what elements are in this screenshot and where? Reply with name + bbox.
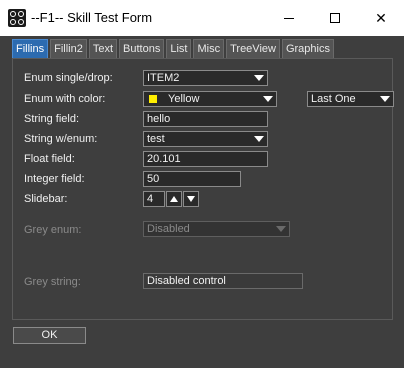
enum-single-drop-select[interactable]: ITEM2 — [143, 70, 268, 86]
app-icon — [8, 9, 26, 27]
grey-enum-label: Grey enum: — [24, 224, 82, 236]
chevron-down-icon — [276, 226, 286, 232]
slidebar-up-button[interactable] — [166, 191, 182, 207]
color-swatch-icon — [149, 95, 157, 103]
string-w-enum-label: String w/enum: — [24, 133, 98, 145]
arrow-up-icon — [170, 196, 178, 202]
enum-with-color-second-select[interactable]: Last One — [307, 91, 394, 107]
close-button[interactable]: ✕ — [358, 0, 404, 36]
float-field-label: Float field: — [24, 153, 75, 165]
integer-field-label: Integer field: — [24, 173, 85, 185]
maximize-icon — [330, 13, 340, 23]
minimize-button[interactable] — [266, 0, 312, 36]
string-w-enum-combo[interactable]: test — [143, 131, 268, 147]
tab-graphics[interactable]: Graphics — [281, 39, 334, 58]
minimize-icon — [284, 17, 294, 19]
chevron-down-icon — [263, 96, 273, 102]
title-bar[interactable]: --F1-- Skill Test Form ✕ — [0, 0, 404, 36]
arrow-down-icon — [187, 196, 195, 202]
tab-treeview[interactable]: TreeView — [226, 39, 280, 58]
tab-text[interactable]: Text — [88, 39, 118, 58]
string-w-enum-value: test — [147, 133, 165, 145]
enum-single-drop-label: Enum single/drop: — [24, 72, 113, 84]
grey-enum-value: Disabled — [147, 223, 190, 235]
float-field-input[interactable]: 20.101 — [143, 151, 268, 167]
tab-list[interactable]: List — [166, 39, 192, 58]
enum-with-color-second-value: Last One — [311, 93, 356, 105]
slidebar-value[interactable]: 4 — [143, 191, 165, 207]
grey-string-label: Grey string: — [24, 276, 81, 288]
tab-fillins[interactable]: Fillins — [12, 39, 49, 58]
enum-with-color-value: Yellow — [168, 93, 200, 105]
skill-test-window: --F1-- Skill Test Form ✕ Fillins Fillin2… — [0, 0, 404, 368]
enum-single-drop-value: ITEM2 — [147, 72, 180, 84]
window-title: --F1-- Skill Test Form — [31, 10, 153, 25]
slidebar-label: Slidebar: — [24, 193, 68, 205]
tab-fillin2[interactable]: Fillin2 — [50, 39, 87, 58]
close-icon: ✕ — [375, 9, 387, 26]
maximize-button[interactable] — [312, 0, 358, 36]
tab-buttons[interactable]: Buttons — [119, 39, 165, 58]
chevron-down-icon — [254, 75, 264, 81]
chevron-down-icon — [254, 136, 264, 142]
string-field-label: String field: — [24, 113, 80, 125]
grey-string-field: Disabled control — [143, 273, 303, 289]
enum-with-color-label: Enum with color: — [24, 93, 106, 105]
tab-strip: Fillins Fillin2 Text Buttons List Misc T… — [12, 39, 334, 58]
slidebar-down-button[interactable] — [183, 191, 199, 207]
grey-enum-select: Disabled — [143, 221, 290, 237]
ok-button[interactable]: OK — [13, 327, 86, 344]
string-field-input[interactable]: hello — [143, 111, 268, 127]
enum-with-color-select[interactable]: Yellow — [143, 91, 277, 107]
tab-misc[interactable]: Misc — [193, 39, 225, 58]
integer-field-input[interactable]: 50 — [143, 171, 241, 187]
chevron-down-icon — [380, 96, 390, 102]
